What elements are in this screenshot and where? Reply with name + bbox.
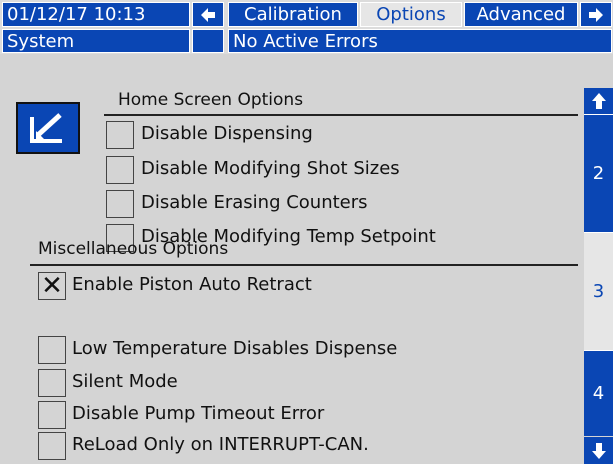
- page-2-label: 2: [592, 163, 605, 184]
- check-mark-icon: ✕: [41, 271, 63, 301]
- edit-button[interactable]: [16, 102, 80, 154]
- option-label-disable-modifying-shot-sizes: Disable Modifying Shot Sizes: [141, 158, 400, 179]
- right-arrow-icon: [589, 7, 603, 22]
- checkbox-disable-pump-timeout-error[interactable]: [38, 401, 66, 429]
- status-message: No Active Errors: [228, 29, 612, 53]
- nav-right-button[interactable]: [580, 2, 612, 27]
- checkbox-disable-modifying-shot-sizes[interactable]: [106, 156, 134, 184]
- option-label-disable-pump-timeout-error: Disable Pump Timeout Error: [72, 403, 325, 424]
- status-system: System: [2, 29, 190, 53]
- nav-left-button[interactable]: [192, 2, 224, 27]
- down-arrow-icon: [591, 442, 606, 459]
- tab-advanced-label: Advanced: [476, 4, 566, 25]
- scroll-down-button[interactable]: [584, 437, 613, 464]
- checkbox-disable-dispensing[interactable]: [106, 121, 134, 149]
- misc-options-title: Miscellaneous Options: [38, 239, 228, 259]
- home-screen-divider: [104, 114, 578, 116]
- status-message-text: No Active Errors: [233, 30, 378, 52]
- tab-calibration[interactable]: Calibration: [228, 2, 358, 27]
- tab-options[interactable]: Options: [360, 2, 462, 27]
- option-label-disable-dispensing: Disable Dispensing: [141, 123, 313, 144]
- option-label-low-temperature-disables-dispense: Low Temperature Disables Dispense: [72, 338, 398, 359]
- checkbox-silent-mode[interactable]: [38, 369, 66, 397]
- misc-divider: [30, 264, 578, 266]
- page-button-4[interactable]: 4: [584, 350, 613, 436]
- tab-options-label: Options: [376, 4, 446, 25]
- datetime-display: 01/12/17 10:13: [2, 2, 190, 27]
- page-button-2[interactable]: 2: [584, 114, 613, 232]
- option-label-silent-mode: Silent Mode: [72, 371, 178, 392]
- status-system-text: System: [7, 30, 75, 52]
- checkbox-reload-only-on-interrupt-can[interactable]: [38, 432, 66, 460]
- checkbox-disable-erasing-counters[interactable]: [106, 190, 134, 218]
- left-arrow-icon: [201, 7, 215, 22]
- page-3-label: 3: [592, 281, 605, 302]
- home-screen-options-title-text: Home Screen Options: [118, 90, 304, 110]
- home-screen-options-title: Home Screen Options: [118, 90, 303, 110]
- checkbox-low-temperature-disables-dispense[interactable]: [38, 336, 66, 364]
- tab-calibration-label: Calibration: [244, 4, 342, 25]
- option-label-enable-piston-auto-retract: Enable Piston Auto Retract: [72, 274, 312, 295]
- status-indicator: [192, 29, 224, 53]
- option-label-disable-erasing-counters: Disable Erasing Counters: [141, 192, 368, 213]
- option-label-reload-only-on-interrupt-can: ReLoad Only on INTERRUPT-CAN.: [72, 434, 369, 455]
- scroll-up-button[interactable]: [584, 88, 613, 114]
- edit-icon: [30, 113, 62, 143]
- tab-advanced[interactable]: Advanced: [464, 2, 578, 27]
- page-4-label: 4: [592, 383, 605, 404]
- up-arrow-icon: [591, 93, 606, 109]
- page-button-3[interactable]: 3: [584, 232, 613, 350]
- datetime-text: 01/12/17 10:13: [7, 4, 146, 25]
- misc-options-title-text: Miscellaneous Options: [38, 239, 229, 259]
- checkbox-enable-piston-auto-retract[interactable]: ✕: [38, 272, 66, 300]
